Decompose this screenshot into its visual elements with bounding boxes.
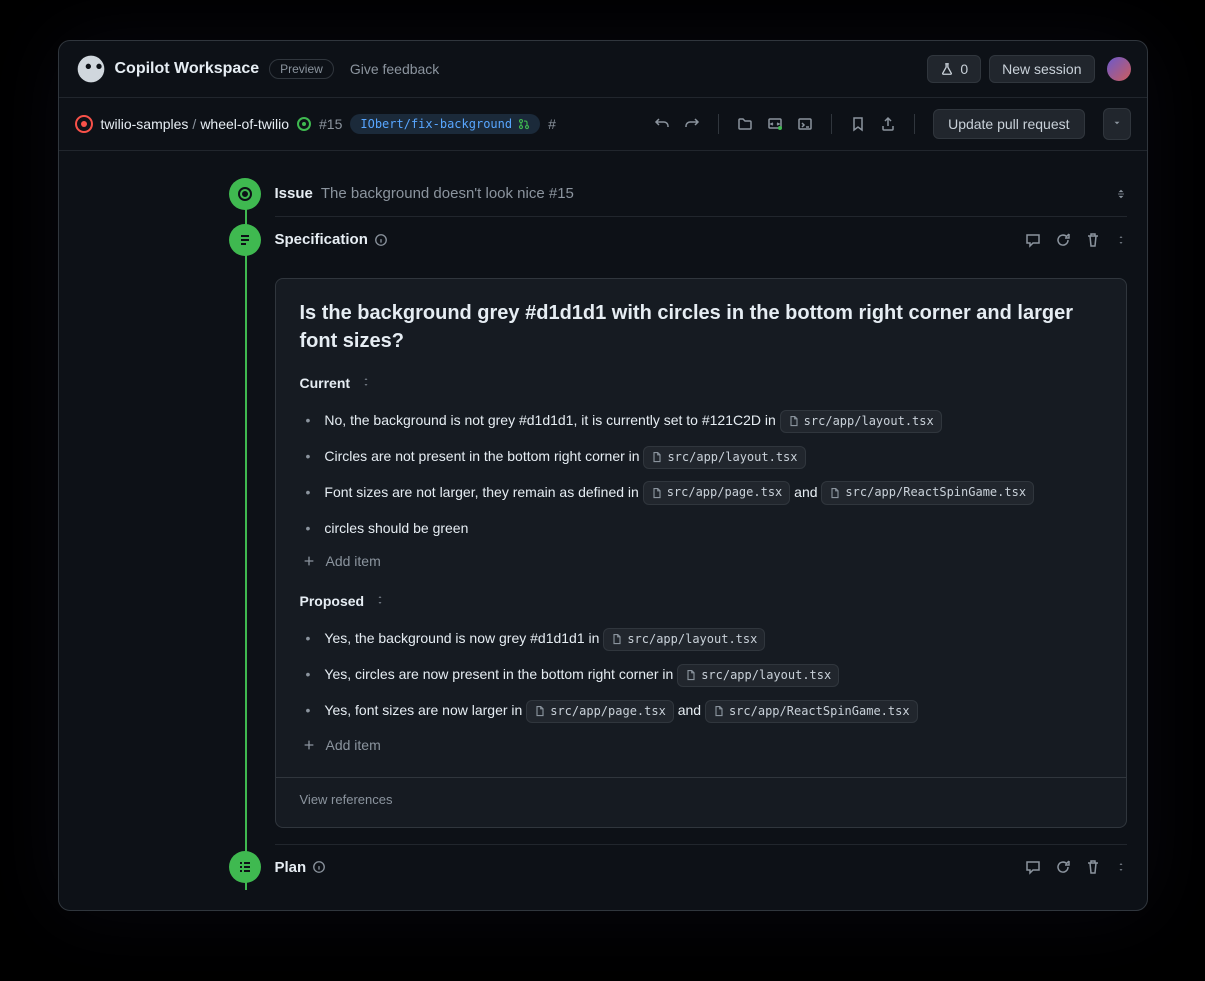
file-chip[interactable]: src/app/layout.tsx	[677, 664, 839, 687]
experiments-button[interactable]: 0	[927, 55, 981, 83]
file-chip[interactable]: src/app/page.tsx	[526, 700, 674, 723]
redo-button[interactable]	[684, 116, 700, 132]
spec-bullet-icon	[229, 224, 261, 256]
breadcrumb-owner[interactable]: twilio-samples	[101, 116, 189, 132]
add-item-label: Add item	[326, 737, 381, 753]
codespace-button[interactable]	[767, 116, 783, 132]
branch-name: IObert/fix-background	[360, 117, 512, 131]
toolbar: Update pull request	[654, 108, 1130, 140]
proposed-label: Proposed	[300, 593, 365, 609]
content-area: Issue The background doesn't look nice #…	[59, 151, 1147, 910]
timeline-rail	[245, 187, 247, 890]
feedback-link[interactable]: Give feedback	[350, 61, 440, 77]
git-pr-icon	[518, 118, 530, 130]
step-specification: Specification Is the background grey #d1…	[259, 217, 1127, 845]
delete-button[interactable]	[1085, 232, 1101, 248]
add-item-label: Add item	[326, 553, 381, 569]
add-item-button[interactable]: Add item	[300, 545, 1102, 573]
plus-icon	[302, 554, 316, 568]
new-session-button[interactable]: New session	[989, 55, 1094, 83]
context-bar: twilio-samples/wheel-of-twilio #15 IOber…	[59, 98, 1147, 151]
list-item[interactable]: Yes, circles are now present in the bott…	[300, 657, 1102, 693]
file-chip[interactable]: src/app/page.tsx	[643, 481, 791, 504]
step-plan: Plan	[259, 845, 1127, 890]
info-icon[interactable]	[312, 860, 326, 874]
plus-icon	[302, 738, 316, 752]
update-pr-dropdown[interactable]	[1103, 108, 1131, 140]
comment-button[interactable]	[1025, 859, 1041, 875]
experiments-count: 0	[960, 61, 968, 77]
drag-handle[interactable]	[374, 594, 386, 609]
timeline: Issue The background doesn't look nice #…	[259, 171, 1127, 890]
list-item[interactable]: No, the background is not grey #d1d1d1, …	[300, 403, 1102, 439]
list-item[interactable]: circles should be green	[300, 511, 1102, 545]
spec-card: Is the background grey #d1d1d1 with circ…	[275, 278, 1127, 828]
drag-handle[interactable]	[1115, 232, 1127, 248]
list-item[interactable]: Yes, font sizes are now larger in src/ap…	[300, 693, 1102, 729]
current-label: Current	[300, 375, 351, 391]
top-bar: Copilot Workspace Preview Give feedback …	[59, 41, 1147, 98]
preview-badge: Preview	[269, 59, 334, 79]
update-pr-button[interactable]: Update pull request	[933, 109, 1084, 139]
proposed-list: Yes, the background is now grey #d1d1d1 …	[300, 621, 1102, 729]
terminal-button[interactable]	[797, 116, 813, 132]
copilot-logo-icon	[75, 53, 107, 85]
share-button[interactable]	[880, 116, 896, 132]
proposed-section: Proposed Yes, the background is now grey…	[300, 593, 1102, 757]
undo-button[interactable]	[654, 116, 670, 132]
issue-label: Issue	[275, 185, 313, 202]
issue-icon	[75, 115, 93, 133]
file-chip[interactable]: src/app/layout.tsx	[643, 446, 805, 469]
add-item-button[interactable]: Add item	[300, 729, 1102, 757]
current-list: No, the background is not grey #d1d1d1, …	[300, 403, 1102, 545]
view-references-link[interactable]: View references	[276, 777, 1126, 807]
issue-bullet-icon	[229, 178, 261, 210]
hash-input[interactable]: #	[548, 116, 556, 132]
drag-handle[interactable]	[360, 376, 372, 391]
list-item[interactable]: Yes, the background is now grey #d1d1d1 …	[300, 621, 1102, 657]
spec-question: Is the background grey #d1d1d1 with circ…	[300, 299, 1102, 355]
file-chip[interactable]: src/app/layout.tsx	[780, 410, 942, 433]
issue-number[interactable]: #15	[319, 116, 342, 132]
drag-handle[interactable]	[1115, 859, 1127, 875]
drag-handle[interactable]	[1115, 188, 1127, 200]
breadcrumb-repo[interactable]: wheel-of-twilio	[200, 116, 289, 132]
folder-button[interactable]	[737, 116, 753, 132]
file-chip[interactable]: src/app/ReactSpinGame.tsx	[705, 700, 918, 723]
refresh-button[interactable]	[1055, 232, 1071, 248]
list-item[interactable]: Font sizes are not larger, they remain a…	[300, 475, 1102, 511]
chevron-down-icon	[1112, 118, 1122, 128]
plan-bullet-icon	[229, 851, 261, 883]
spec-label: Specification	[275, 231, 368, 248]
list-item[interactable]: Circles are not present in the bottom ri…	[300, 439, 1102, 475]
refresh-button[interactable]	[1055, 859, 1071, 875]
step-issue: Issue The background doesn't look nice #…	[259, 171, 1127, 217]
app-title: Copilot Workspace	[115, 60, 260, 78]
file-chip[interactable]: src/app/ReactSpinGame.tsx	[821, 481, 1034, 504]
issue-title[interactable]: The background doesn't look nice #15	[321, 185, 574, 202]
current-section: Current No, the background is not grey #…	[300, 375, 1102, 573]
comment-button[interactable]	[1025, 232, 1041, 248]
user-avatar[interactable]	[1107, 57, 1131, 81]
branch-pill[interactable]: IObert/fix-background	[350, 114, 540, 134]
delete-button[interactable]	[1085, 859, 1101, 875]
app-window: Copilot Workspace Preview Give feedback …	[58, 40, 1148, 911]
flask-icon	[940, 62, 954, 76]
file-chip[interactable]: src/app/layout.tsx	[603, 628, 765, 651]
plan-label: Plan	[275, 859, 307, 876]
info-icon[interactable]	[374, 233, 388, 247]
bookmark-button[interactable]	[850, 116, 866, 132]
status-open-icon	[297, 117, 311, 131]
breadcrumb[interactable]: twilio-samples/wheel-of-twilio	[101, 116, 290, 132]
